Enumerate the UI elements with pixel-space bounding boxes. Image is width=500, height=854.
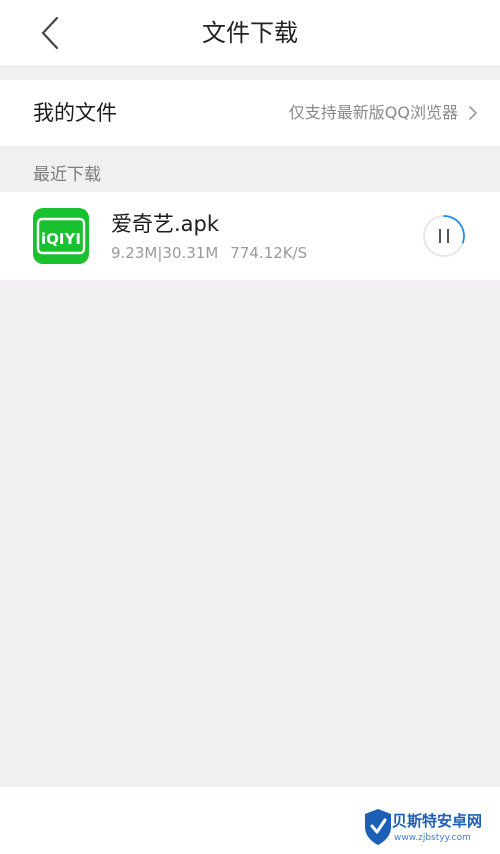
chevron-left-icon bbox=[41, 16, 59, 50]
chevron-right-icon bbox=[469, 106, 477, 120]
pause-button[interactable] bbox=[422, 214, 466, 258]
watermark-name: 贝斯特安卓网 bbox=[392, 812, 483, 830]
file-download-page: 文件下载 我的文件 仅支持最新版QQ浏览器 最近下载 iQIYI 爱奇艺.apk… bbox=[0, 0, 500, 854]
download-speed: 774.12K/S bbox=[230, 244, 308, 262]
back-button[interactable] bbox=[30, 12, 70, 54]
page-title: 文件下载 bbox=[202, 19, 298, 47]
file-progress-info: 9.23M|30.31M 774.12K/S bbox=[111, 242, 307, 264]
iqiyi-logo-text: iQIYI bbox=[41, 230, 81, 248]
pause-icon bbox=[439, 229, 449, 243]
shield-icon bbox=[365, 809, 391, 845]
watermark-url: www.zjbstyy.com bbox=[394, 833, 471, 843]
navbar: 文件下载 bbox=[0, 0, 500, 67]
total-size: 30.31M bbox=[162, 244, 219, 262]
recent-downloads-header: 最近下载 bbox=[33, 165, 101, 185]
file-name: 爱奇艺.apk bbox=[111, 212, 220, 236]
watermark-logo: 贝斯特安卓网 www.zjbstyy.com bbox=[362, 803, 494, 851]
my-files-label: 我的文件 bbox=[33, 101, 117, 125]
downloaded-size: 9.23M bbox=[111, 244, 158, 262]
iqiyi-app-icon: iQIYI bbox=[33, 208, 89, 264]
my-files-row[interactable]: 我的文件 仅支持最新版QQ浏览器 bbox=[0, 80, 500, 146]
download-item[interactable]: iQIYI 爱奇艺.apk 9.23M|30.31M 774.12K/S bbox=[0, 192, 500, 280]
my-files-hint: 仅支持最新版QQ浏览器 bbox=[288, 103, 458, 122]
